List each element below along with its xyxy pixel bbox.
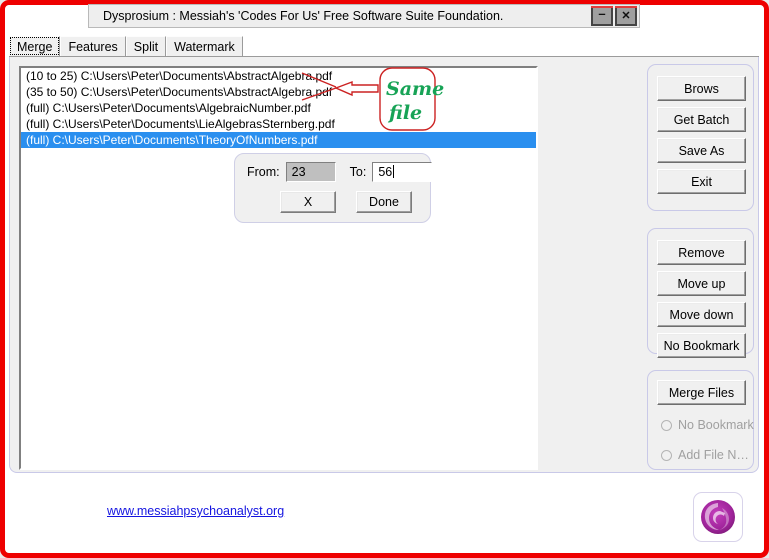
radio-add-file-name[interactable]: Add File N…	[661, 448, 749, 462]
tab-merge[interactable]: Merge	[9, 36, 61, 56]
close-icon: ✕	[621, 9, 631, 22]
title-bar: Dysprosium : Messiah's 'Codes For Us' Fr…	[88, 4, 640, 28]
to-input-value: 56	[378, 165, 393, 179]
move-down-button[interactable]: Move down	[657, 302, 746, 327]
merge-actions-group: Merge Files No Bookmark Add File N…	[647, 370, 754, 470]
phoenix-logo-icon	[701, 500, 735, 534]
file-list[interactable]: (10 to 25) C:\Users\Peter\Documents\Abst…	[19, 66, 538, 470]
minimize-icon: –	[598, 6, 606, 21]
merge-files-button[interactable]: Merge Files	[657, 380, 746, 405]
phoenix-logo	[693, 492, 743, 542]
to-input[interactable]: 56	[372, 162, 433, 182]
tab-split[interactable]: Split	[125, 36, 167, 56]
browse-button[interactable]: Brows	[657, 76, 746, 101]
tab-strip: Merge Features Split Watermark	[9, 36, 759, 57]
tab-label: Features	[68, 39, 118, 54]
no-bookmark-button[interactable]: No Bookmark	[657, 333, 746, 358]
list-item[interactable]: (35 to 50) C:\Users\Peter\Documents\Abst…	[21, 84, 536, 100]
tab-label: Split	[133, 39, 159, 54]
website-link[interactable]: www.messiahpsychoanalyst.org	[107, 504, 284, 518]
cancel-button[interactable]: X	[280, 191, 336, 213]
to-label: To:	[349, 165, 367, 179]
list-item[interactable]: (10 to 25) C:\Users\Peter\Documents\Abst…	[21, 68, 536, 84]
application-window: Dysprosium : Messiah's 'Codes For Us' Fr…	[0, 0, 769, 558]
radio-circle-icon	[661, 449, 672, 461]
radio-label: Add File N…	[678, 448, 749, 462]
from-input[interactable]: 23	[285, 162, 336, 182]
window-title: Dysprosium : Messiah's 'Codes For Us' Fr…	[103, 9, 504, 23]
radio-label: No Bookmark	[678, 418, 754, 432]
save-as-button[interactable]: Save As	[657, 138, 746, 163]
minimize-button[interactable]: –	[591, 6, 613, 26]
radio-no-bookmark[interactable]: No Bookmark	[661, 418, 754, 432]
list-edit-group: Remove Move up Move down No Bookmark	[647, 228, 754, 358]
radio-circle-icon	[661, 419, 672, 431]
tab-label: Merge	[17, 39, 53, 54]
move-up-button[interactable]: Move up	[657, 271, 746, 296]
exit-button[interactable]: Exit	[657, 169, 746, 194]
tab-label: Watermark	[174, 39, 235, 54]
remove-button[interactable]: Remove	[657, 240, 746, 265]
page-range-dialog: From: 23 To: 56 X Done	[234, 153, 433, 223]
list-item[interactable]: (full) C:\Users\Peter\Documents\LieAlgeb…	[21, 116, 536, 132]
list-item-selected[interactable]: (full) C:\Users\Peter\Documents\TheoryOf…	[21, 132, 536, 148]
main-actions-group: Brows Get Batch Save As Exit	[647, 64, 754, 211]
text-caret	[393, 165, 395, 178]
tab-watermark[interactable]: Watermark	[166, 36, 243, 56]
get-batch-button[interactable]: Get Batch	[657, 107, 746, 132]
close-button[interactable]: ✕	[615, 6, 637, 26]
list-item[interactable]: (full) C:\Users\Peter\Documents\Algebrai…	[21, 100, 536, 116]
tab-features[interactable]: Features	[60, 36, 126, 56]
done-button[interactable]: Done	[356, 191, 412, 213]
from-label: From:	[247, 165, 280, 179]
